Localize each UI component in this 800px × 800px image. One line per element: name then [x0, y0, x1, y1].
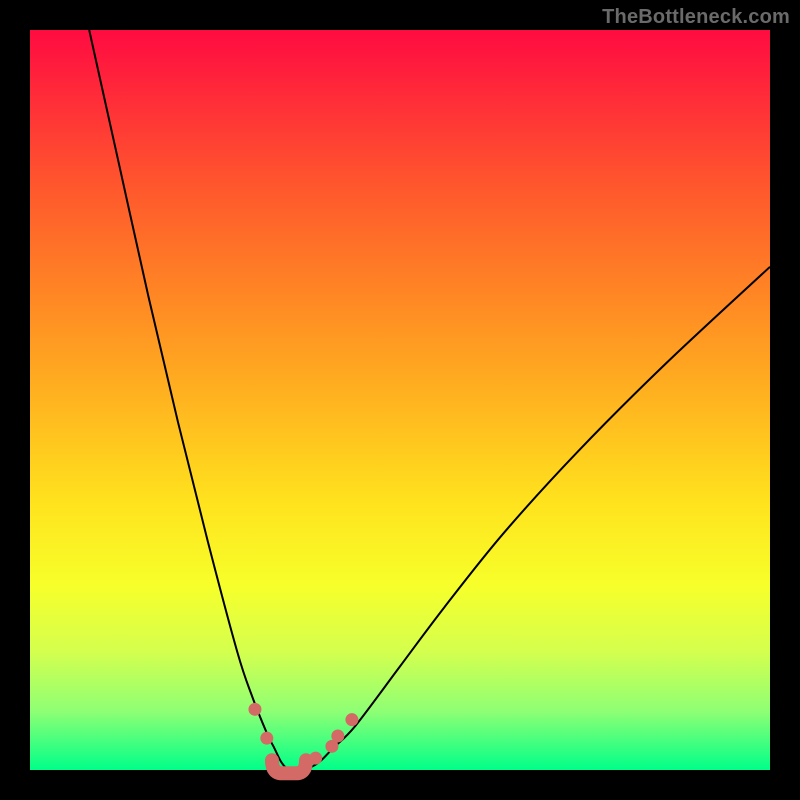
- highlight-dot: [260, 732, 273, 745]
- watermark-text: TheBottleneck.com: [602, 6, 790, 29]
- plot-area: [30, 30, 770, 770]
- min-region-stroke: [272, 760, 306, 773]
- highlight-dot: [345, 713, 358, 726]
- bottleneck-curve: [89, 30, 770, 771]
- highlight-dot: [248, 703, 261, 716]
- highlight-dot: [331, 729, 344, 742]
- min-region-blob: [272, 760, 306, 773]
- chart-svg: [30, 30, 770, 770]
- outer-frame: TheBottleneck.com: [0, 0, 800, 800]
